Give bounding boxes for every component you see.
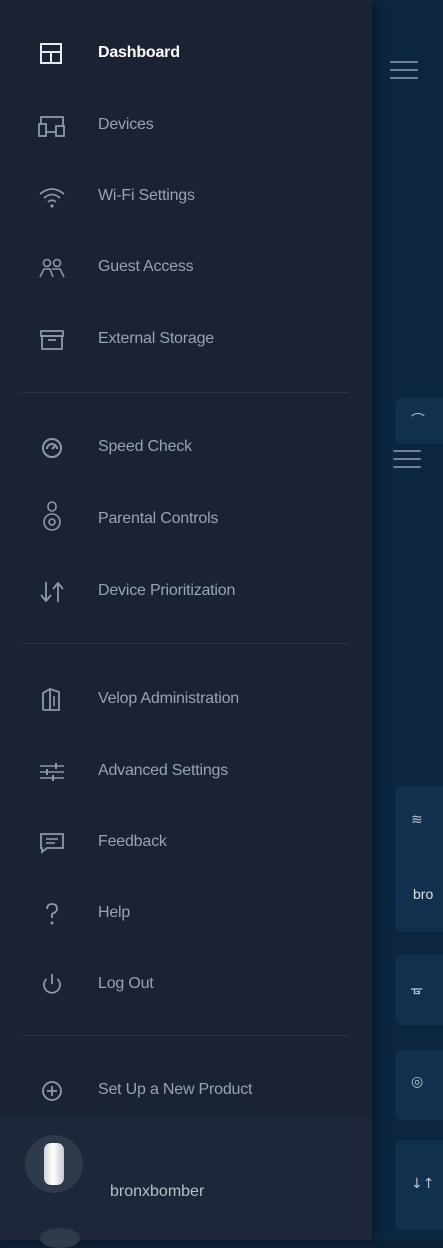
parental-controls-icon bbox=[38, 501, 66, 532]
nav-item-dashboard[interactable]: Dashboard bbox=[0, 30, 372, 78]
divider bbox=[22, 1035, 348, 1036]
background-card: ⌒ bbox=[395, 398, 443, 444]
nav-label: External Storage bbox=[98, 330, 214, 347]
nav-label: Help bbox=[98, 904, 131, 921]
nav-item-feedback[interactable]: Feedback bbox=[0, 819, 372, 867]
prioritization-arrows-icon: ↓↑ bbox=[411, 1176, 435, 1192]
parental-controls-icon: ◎ bbox=[411, 1074, 424, 1090]
nav-item-log-out[interactable]: Log Out bbox=[0, 961, 372, 1009]
background-guest-card[interactable]: ᚗ bbox=[395, 955, 443, 1025]
nav-label: Advanced Settings bbox=[98, 762, 229, 779]
feedback-icon bbox=[38, 831, 66, 855]
nav-item-speed-check[interactable]: Speed Check bbox=[0, 424, 372, 472]
sliders-icon bbox=[38, 760, 66, 784]
background-network-card[interactable]: ≋ bro bbox=[395, 786, 443, 932]
nav-item-guest-access[interactable]: Guest Access bbox=[0, 244, 372, 292]
guest-access-icon: ᚗ bbox=[411, 981, 423, 997]
nav-item-wifi-settings[interactable]: Wi-Fi Settings bbox=[0, 173, 372, 221]
nav-item-devices[interactable]: Devices bbox=[0, 102, 372, 150]
external-storage-icon bbox=[38, 328, 66, 352]
hamburger-menu-icon[interactable] bbox=[393, 450, 421, 470]
nav-label: Wi-Fi Settings bbox=[98, 187, 195, 204]
navigation-drawer: Dashboard Devices Wi-Fi Settings Guest A… bbox=[0, 0, 372, 1248]
speedometer-icon bbox=[38, 436, 66, 460]
nav-label: Feedback bbox=[98, 833, 167, 850]
nav-item-external-storage[interactable]: External Storage bbox=[0, 316, 372, 364]
devices-icon bbox=[38, 114, 66, 138]
nav-label: Parental Controls bbox=[98, 510, 219, 527]
background-parental-card[interactable]: ◎ bbox=[395, 1050, 443, 1120]
dashboard-icon bbox=[38, 42, 66, 66]
nav-item-help[interactable]: Help bbox=[0, 890, 372, 938]
wifi-icon: ⌒ bbox=[411, 413, 425, 429]
nav-item-velop-administration[interactable]: Velop Administration bbox=[0, 676, 372, 724]
velop-node-image bbox=[44, 1143, 64, 1185]
help-icon bbox=[38, 902, 66, 926]
nav-label: Set Up a New Product bbox=[98, 1081, 253, 1098]
prioritization-arrows-icon bbox=[38, 580, 66, 604]
nav-label: Devices bbox=[98, 116, 154, 133]
nav-label: Velop Administration bbox=[98, 690, 239, 707]
avatar[interactable] bbox=[25, 1135, 83, 1193]
power-icon bbox=[38, 973, 66, 997]
guest-access-icon bbox=[38, 256, 66, 280]
divider bbox=[22, 643, 348, 644]
next-avatar-partial bbox=[40, 1228, 80, 1248]
nav-label: Dashboard bbox=[98, 44, 180, 61]
nav-label: Device Prioritization bbox=[98, 582, 236, 599]
account-name: bronxbomber bbox=[110, 1183, 205, 1200]
nav-item-advanced-settings[interactable]: Advanced Settings bbox=[0, 748, 372, 796]
nav-item-parental-controls[interactable]: Parental Controls bbox=[0, 496, 372, 544]
add-circle-icon bbox=[38, 1079, 66, 1103]
nav-item-device-prioritization[interactable]: Device Prioritization bbox=[0, 568, 372, 616]
velop-node-icon bbox=[38, 688, 66, 712]
nav-label: Speed Check bbox=[98, 438, 192, 455]
network-name-partial: bro bbox=[413, 886, 434, 902]
hamburger-menu-icon[interactable] bbox=[390, 61, 418, 81]
wifi-icon: ≋ bbox=[411, 812, 423, 828]
nav-label: Log Out bbox=[98, 975, 154, 992]
nav-label: Guest Access bbox=[98, 258, 194, 275]
divider bbox=[22, 392, 348, 393]
nav-item-set-up-new-product[interactable]: Set Up a New Product bbox=[0, 1067, 372, 1115]
wifi-icon bbox=[38, 185, 66, 209]
background-priority-card[interactable]: ↓↑ bbox=[395, 1140, 443, 1230]
